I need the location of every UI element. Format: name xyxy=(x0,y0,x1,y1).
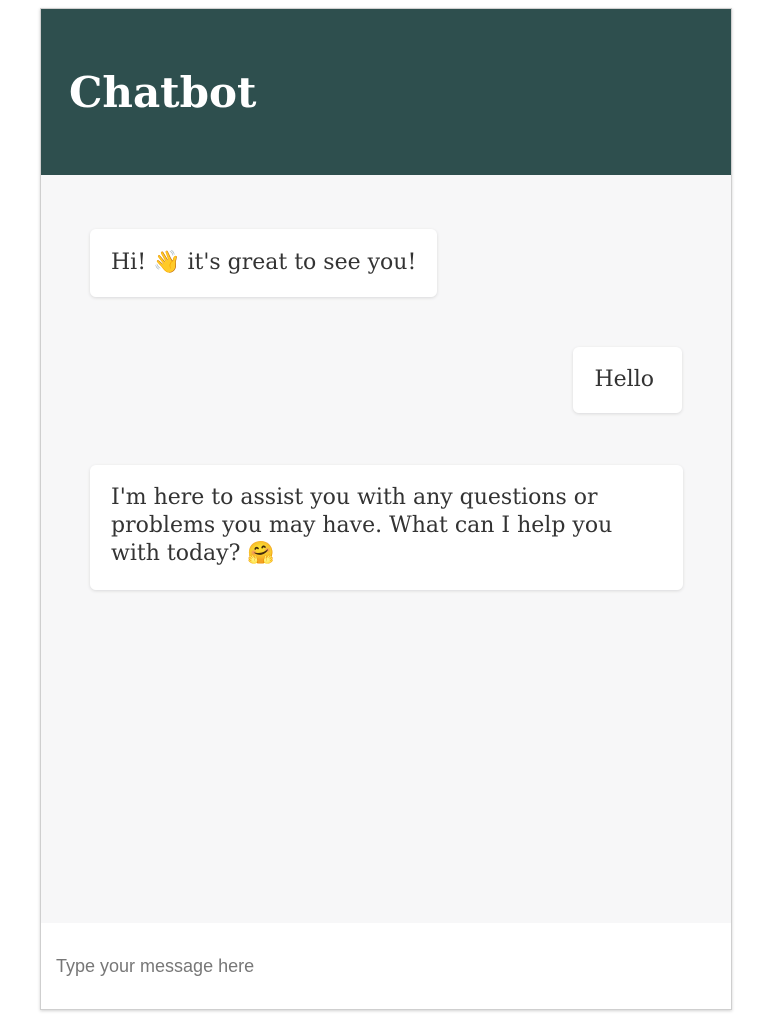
chat-header: Chatbot xyxy=(41,9,731,175)
chat-title: Chatbot xyxy=(69,68,257,117)
input-bar xyxy=(41,923,731,1009)
bot-message: Hi! 👋 it's great to see you! xyxy=(90,229,438,297)
message-list: Hi! 👋 it's great to see you! Hello I'm h… xyxy=(41,175,731,925)
bot-message: I'm here to assist you with any question… xyxy=(90,465,683,590)
message-input[interactable] xyxy=(41,923,731,1009)
user-message: Hello xyxy=(573,347,682,413)
chat-window: Chatbot Hi! 👋 it's great to see you! Hel… xyxy=(40,8,732,1010)
